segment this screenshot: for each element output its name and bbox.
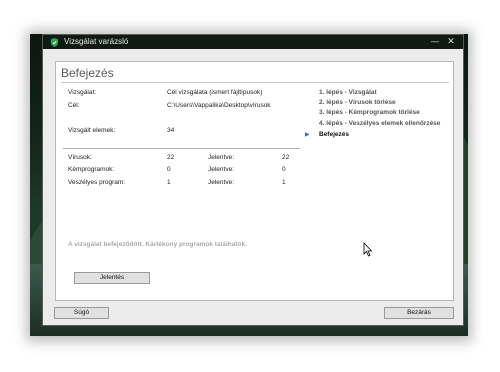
result-count: 0	[167, 166, 171, 173]
reported-count: 22	[282, 154, 290, 161]
minimize-button[interactable]: —	[429, 36, 441, 48]
reported-label: Jelentve:	[208, 154, 235, 161]
target-label: Cél:	[68, 102, 80, 109]
wizard-window: Vizsgálat varázsló — ✕ Befejezés Vizsgál…	[42, 34, 464, 326]
step-item: 3. lépés - Kémprogramok törlése	[319, 109, 420, 116]
close-window-button[interactable]: ✕	[445, 36, 457, 48]
reported-count: 1	[282, 179, 286, 186]
reported-count: 0	[282, 166, 286, 173]
title-bar[interactable]: Vizsgálat varázsló — ✕	[43, 35, 463, 49]
report-button[interactable]: Jelentés	[74, 272, 150, 284]
section-divider	[63, 148, 300, 149]
result-count: 22	[167, 154, 175, 161]
scanned-items-label: Vizsgált elemek:	[68, 127, 116, 134]
reported-label: Jelentve:	[208, 166, 235, 173]
status-message: A vizsgálat befejeződött. Kártékony prog…	[68, 241, 247, 248]
step-item: 1. lépés - Vizsgálat	[319, 89, 377, 96]
shield-icon	[50, 38, 59, 47]
step-item: 2. lépés - Vírusok törlése	[319, 99, 396, 106]
result-count: 1	[167, 179, 171, 186]
close-button[interactable]: Bezárás	[384, 307, 454, 319]
reported-label: Jelentve:	[208, 179, 235, 186]
help-button[interactable]: Súgó	[54, 307, 109, 319]
result-label: Veszélyes program:	[68, 179, 126, 186]
result-label: Kémprogramok:	[68, 166, 115, 173]
step-item: 4. lépés - Veszélyes elemek ellenőrzése	[319, 120, 441, 127]
scan-type-value: Cél vizsgálata (ismert fájltípusok)	[167, 89, 263, 96]
triangle-right-icon: ▶	[305, 131, 310, 138]
scanned-items-value: 34	[167, 127, 175, 134]
content-panel: Befejezés Vizsgálat: Cél vizsgálata (ism…	[55, 61, 454, 301]
window-title: Vizsgálat varázsló	[64, 37, 129, 46]
heading-divider	[61, 82, 449, 83]
result-label: Vírusok:	[68, 154, 92, 161]
target-value: C:\Users\Vappalika\Desktop\vírusok	[167, 102, 271, 109]
mouse-pointer-icon	[363, 242, 373, 257]
page-title: Befejezés	[61, 66, 114, 80]
scan-type-label: Vizsgálat:	[68, 89, 97, 96]
step-item-active: Befejezés	[319, 131, 349, 138]
